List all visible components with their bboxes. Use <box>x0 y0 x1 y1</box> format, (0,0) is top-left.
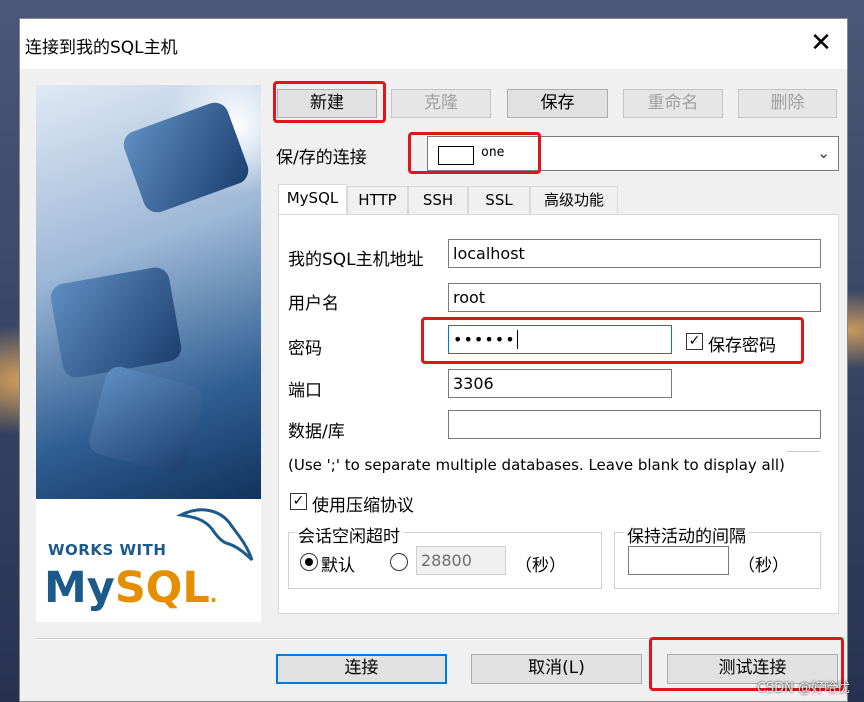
host-input[interactable]: localhost <box>448 239 821 268</box>
timeout-custom-radio[interactable] <box>390 553 408 571</box>
timeout-unit-label: （秒） <box>515 556 566 576</box>
timeout-default-label: 默认 <box>321 556 355 576</box>
host-label: 我的SQL主机地址 <box>288 250 424 270</box>
port-label: 端口 <box>288 381 322 401</box>
keepalive-title: 保持活动的间隔 <box>624 522 749 547</box>
connect-button[interactable]: 连接 <box>276 654 447 684</box>
mysql-wordmark: MySQL. <box>44 563 218 613</box>
cancel-button[interactable]: 取消(L) <box>471 654 642 684</box>
compress-checkbox[interactable]: ✓ <box>290 493 307 510</box>
port-input[interactable]: 3306 <box>448 369 672 398</box>
dolphin-icon <box>176 508 254 562</box>
saved-connections-label: 保/存的连接 <box>276 148 367 168</box>
chevron-down-icon: ⌄ <box>817 144 830 162</box>
keepalive-unit-label: （秒） <box>738 556 789 576</box>
password-input[interactable]: •••••• <box>448 325 672 354</box>
watermark: CSDN @好哈忧 <box>756 681 850 696</box>
connection-color-swatch <box>438 146 474 165</box>
save-button[interactable]: 保存 <box>507 89 608 118</box>
database-hint: (Use ';' to separate multiple databases.… <box>288 456 785 474</box>
selected-connection: one <box>481 145 505 160</box>
timeout-default-radio[interactable] <box>300 553 318 571</box>
save-password-checkbox[interactable]: ✓ <box>686 333 703 350</box>
rename-button[interactable]: 重命名 <box>623 89 723 118</box>
works-with-text: WORKS WITH <box>48 541 167 559</box>
delete-button[interactable]: 删除 <box>738 89 837 118</box>
window-title: 连接到我的SQL主机 <box>25 38 178 58</box>
side-image: WORKS WITH MySQL. <box>36 85 261 622</box>
saved-connections-select[interactable]: one ⌄ <box>427 136 839 171</box>
tab-advanced[interactable]: 高级功能 <box>530 186 618 214</box>
tab-ssl[interactable]: SSL <box>468 186 530 214</box>
tab-http[interactable]: HTTP <box>347 186 408 214</box>
connect-dialog: 连接到我的SQL主机 ✕ WORKS WITH MySQL. 新建 克隆 保存 … <box>19 18 848 702</box>
title-bar: 连接到我的SQL主机 ✕ <box>20 19 847 69</box>
user-label: 用户名 <box>288 294 339 314</box>
session-timeout-title: 会话空闲超时 <box>295 522 403 547</box>
timeout-seconds-input[interactable]: 28800 <box>416 546 506 575</box>
tab-ssh[interactable]: SSH <box>408 186 468 214</box>
save-password-label: 保存密码 <box>708 336 776 356</box>
user-input[interactable]: root <box>448 283 821 312</box>
password-mask: •••••• <box>453 330 516 349</box>
clone-button[interactable]: 克隆 <box>391 89 491 118</box>
password-label: 密码 <box>288 339 322 359</box>
keepalive-input[interactable] <box>628 546 729 575</box>
puzzle-image <box>36 85 261 499</box>
hint-divider <box>787 451 820 452</box>
new-button[interactable]: 新建 <box>277 89 377 118</box>
database-input[interactable] <box>448 410 821 439</box>
compress-label: 使用压缩协议 <box>312 496 414 516</box>
close-icon[interactable]: ✕ <box>807 29 835 57</box>
database-label: 数据/库 <box>288 422 345 442</box>
tab-mysql[interactable]: MySQL <box>278 184 347 215</box>
